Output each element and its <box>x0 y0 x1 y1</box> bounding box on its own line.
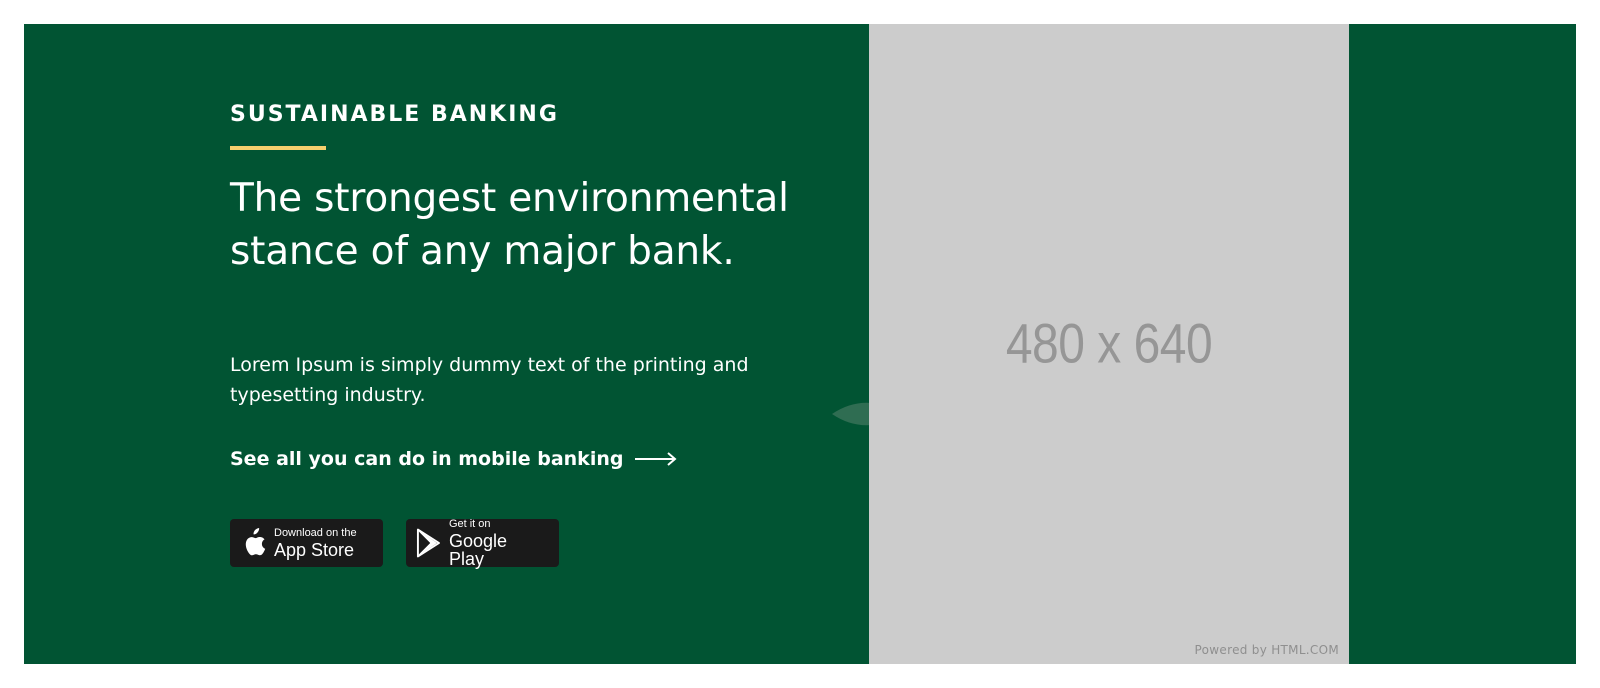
hero-body-text: Lorem Ipsum is simply dummy text of the … <box>230 354 749 406</box>
google-play-button[interactable]: Get it on Google Play <box>406 517 559 569</box>
image-placeholder-label: 480 x 640 <box>1005 313 1213 375</box>
arrow-right-icon <box>635 452 678 466</box>
app-store-small-label: Download on the <box>274 526 357 539</box>
google-play-icon <box>416 528 440 558</box>
google-play-small-label: Get it on <box>448 517 491 530</box>
mobile-banking-link[interactable]: See all you can do in mobile banking <box>230 448 678 470</box>
google-play-big-label: Google Play <box>448 530 507 569</box>
eyebrow-underline <box>230 146 326 150</box>
google-play-text: Get it on Google Play <box>448 517 543 569</box>
apple-icon <box>245 528 266 556</box>
powered-by-label: Powered by HTML.COM <box>1194 643 1339 657</box>
mobile-banking-link-label: See all you can do in mobile banking <box>230 448 624 470</box>
app-store-big-label: App Store <box>274 539 355 560</box>
eyebrow-label: SUSTAINABLE BANKING <box>230 102 559 127</box>
app-store-button[interactable]: Download on the App Store <box>230 519 383 567</box>
hero-headline: The strongest environmental stance of an… <box>230 176 789 274</box>
app-store-buttons: Download on the App Store Get it on Goog… <box>230 517 559 569</box>
app-store-text: Download on the App Store <box>274 526 357 560</box>
hero-section: SUSTAINABLE BANKING The strongest enviro… <box>24 24 1576 664</box>
image-placeholder: 480 x 640 Powered by HTML.COM <box>869 24 1349 664</box>
